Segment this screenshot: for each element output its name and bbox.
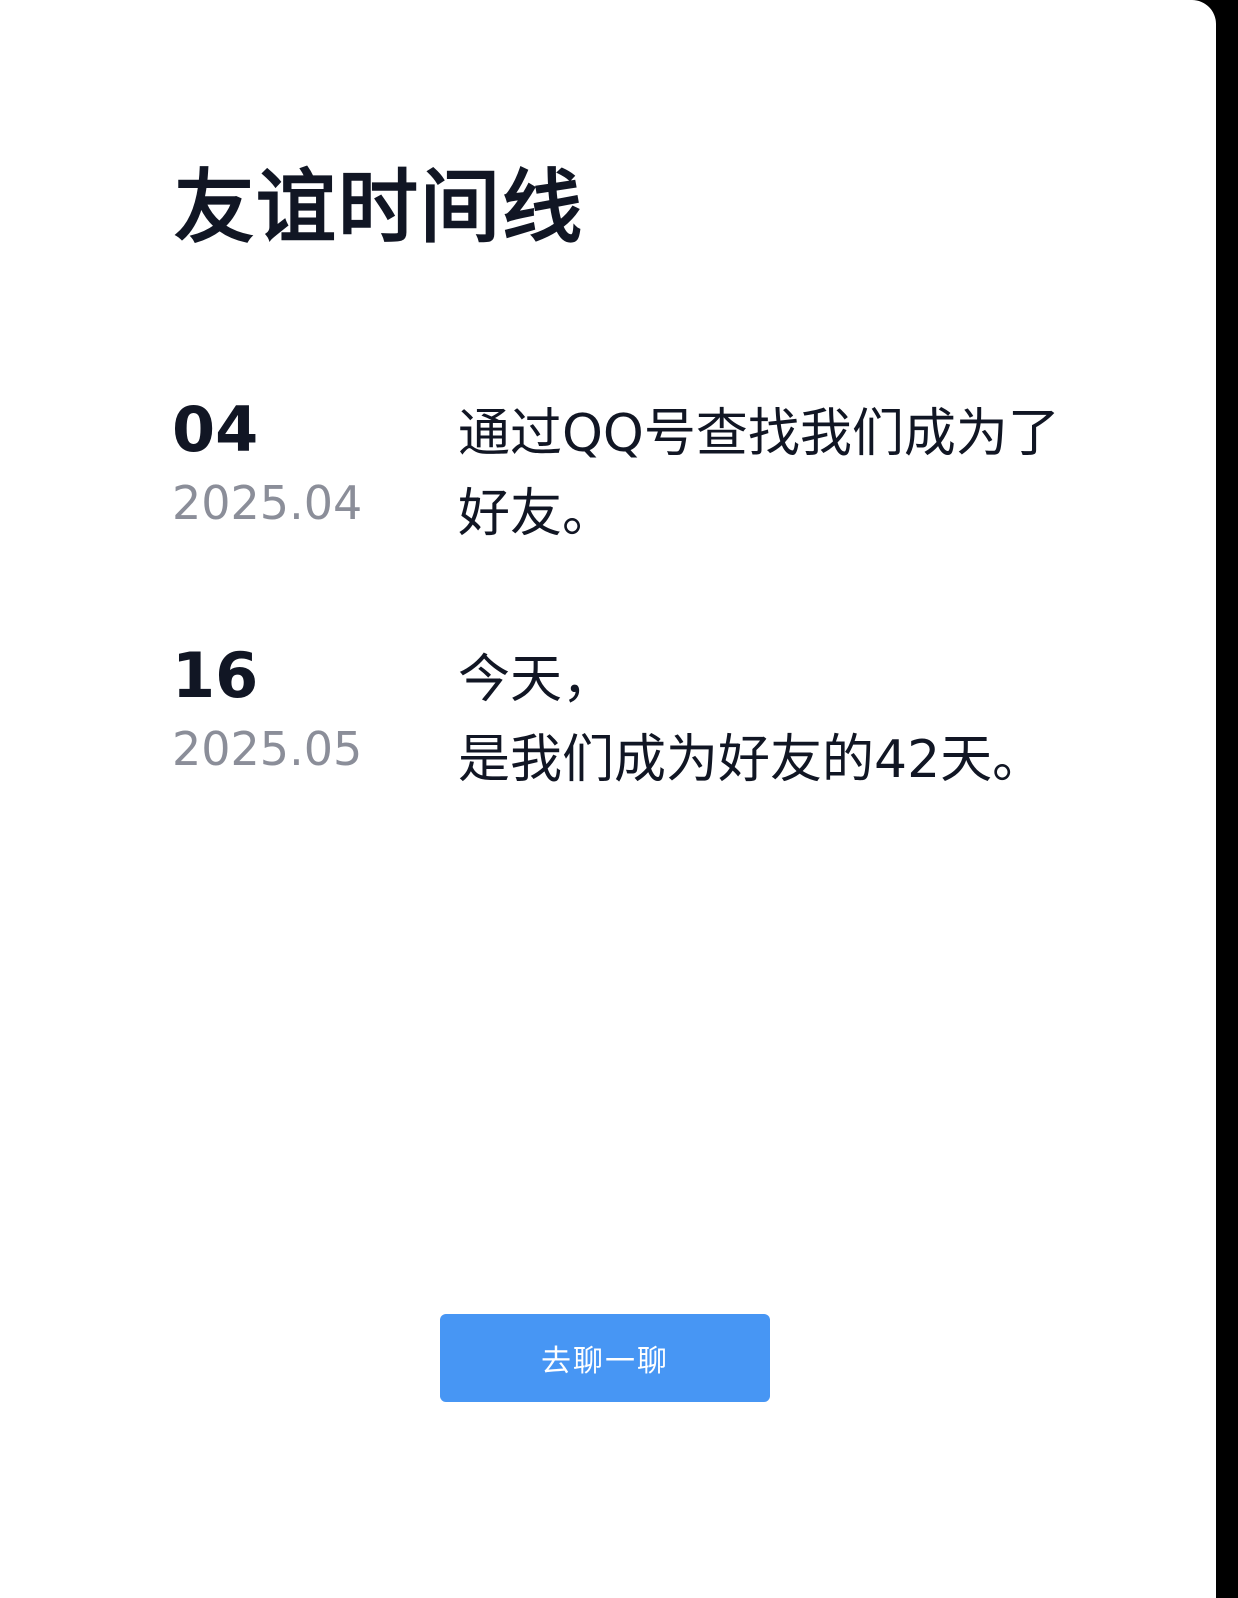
- timeline-date: 16 2025.05: [172, 638, 432, 784]
- timeline-description: 通过QQ号查找我们成为了 好友。: [458, 394, 1118, 554]
- timeline-month: 2025.04: [172, 476, 363, 530]
- timeline-description-line: 是我们成为好友的42天。: [458, 730, 1045, 790]
- go-chat-button[interactable]: 去聊一聊: [440, 1314, 770, 1402]
- page-title: 友谊时间线: [174, 161, 584, 254]
- friendship-timeline-card: 友谊时间线 04 2025.04 通过QQ号查找我们成为了 好友。 16 202…: [0, 0, 1216, 1598]
- timeline-description: 今天， 是我们成为好友的42天。: [458, 640, 1118, 800]
- timeline-day: 04: [172, 393, 259, 466]
- timeline-description-line: 通过QQ号查找我们成为了: [458, 404, 1060, 464]
- timeline-description-line: 今天，: [458, 650, 615, 710]
- timeline-month: 2025.05: [172, 722, 363, 776]
- timeline-description-line: 好友。: [458, 484, 615, 544]
- timeline-date: 04 2025.04: [172, 392, 432, 538]
- timeline-day: 16: [172, 639, 259, 712]
